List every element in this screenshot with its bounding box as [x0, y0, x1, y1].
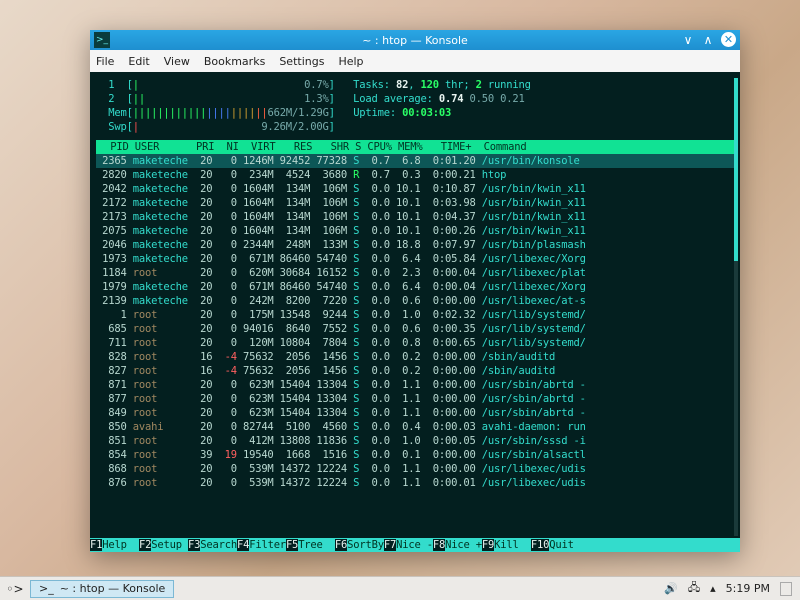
terminal-area[interactable]: 1 [| 0.7%] Tasks: 82, 120 thr; 2 running…: [90, 72, 740, 552]
process-row[interactable]: 2042 maketeche 20 0 1604M 134M 106M S 0.…: [96, 182, 736, 196]
tray-arrow-icon[interactable]: ▴: [710, 582, 716, 595]
maximize-button[interactable]: ∧: [701, 33, 715, 47]
process-row[interactable]: 2139 maketeche 20 0 242M 8200 7220 S 0.0…: [96, 294, 736, 308]
process-row[interactable]: 2820 maketeche 20 0 234M 4524 3680 R 0.7…: [96, 168, 736, 182]
taskbar-app-konsole[interactable]: >_ ~ : htop — Konsole: [30, 580, 174, 598]
process-row[interactable]: 2172 maketeche 20 0 1604M 134M 106M S 0.…: [96, 196, 736, 210]
fkey-bar[interactable]: F1Help F2Setup F3SearchF4FilterF5Tree F6…: [90, 538, 740, 552]
process-row[interactable]: 868 root 20 0 539M 14372 12224 S 0.0 1.1…: [96, 462, 736, 476]
clock[interactable]: 5:19 PM: [726, 582, 770, 595]
process-row[interactable]: 850 avahi 20 0 82744 5100 4560 S 0.0 0.4…: [96, 420, 736, 434]
column-header[interactable]: PID USER PRI NI VIRT RES SHR S CPU% MEM%…: [96, 140, 736, 154]
terminal-icon: >_: [94, 32, 110, 48]
process-row[interactable]: 1184 root 20 0 620M 30684 16152 S 0.0 2.…: [96, 266, 736, 280]
menu-settings[interactable]: Settings: [279, 55, 324, 68]
terminal-icon: >_: [39, 582, 54, 595]
taskbar-app-label: ~ : htop — Konsole: [60, 582, 166, 595]
network-icon[interactable]: 🖧: [688, 579, 700, 598]
show-desktop-button[interactable]: [780, 582, 792, 596]
process-row[interactable]: 1979 maketeche 20 0 671M 86460 54740 S 0…: [96, 280, 736, 294]
scrollbar[interactable]: [734, 78, 738, 536]
process-row[interactable]: 876 root 20 0 539M 14372 12224 S 0.0 1.1…: [96, 476, 736, 490]
volume-icon[interactable]: 🔊: [664, 582, 678, 595]
process-row[interactable]: 2173 maketeche 20 0 1604M 134M 106M S 0.…: [96, 210, 736, 224]
process-row[interactable]: 1 root 20 0 175M 13548 9244 S 0.0 1.0 0:…: [96, 308, 736, 322]
menu-file[interactable]: File: [96, 55, 114, 68]
taskbar: ◦> >_ ~ : htop — Konsole 🔊 🖧 ▴ 5:19 PM: [0, 576, 800, 600]
process-row[interactable]: 685 root 20 0 94016 8640 7552 S 0.0 0.6 …: [96, 322, 736, 336]
process-row[interactable]: 849 root 20 0 623M 15404 13304 S 0.0 1.1…: [96, 406, 736, 420]
minimize-button[interactable]: ∨: [681, 33, 695, 47]
close-button[interactable]: ✕: [721, 32, 736, 47]
process-row[interactable]: 851 root 20 0 412M 13808 11836 S 0.0 1.0…: [96, 434, 736, 448]
titlebar[interactable]: >_ ~ : htop — Konsole ∨ ∧ ✕: [90, 30, 740, 50]
process-row[interactable]: 828 root 16 -4 75632 2056 1456 S 0.0 0.2…: [96, 350, 736, 364]
menu-edit[interactable]: Edit: [128, 55, 149, 68]
process-row[interactable]: 877 root 20 0 623M 15404 13304 S 0.0 1.1…: [96, 392, 736, 406]
process-row[interactable]: 711 root 20 0 120M 10804 7804 S 0.0 0.8 …: [96, 336, 736, 350]
process-row[interactable]: 2075 maketeche 20 0 1604M 134M 106M S 0.…: [96, 224, 736, 238]
process-row[interactable]: 871 root 20 0 623M 15404 13304 S 0.0 1.1…: [96, 378, 736, 392]
start-button[interactable]: ◦>: [4, 579, 26, 599]
process-row[interactable]: 2046 maketeche 20 0 2344M 248M 133M S 0.…: [96, 238, 736, 252]
process-row[interactable]: 2365 maketeche 20 0 1246M 92452 77328 S …: [96, 154, 736, 168]
process-list[interactable]: 2365 maketeche 20 0 1246M 92452 77328 S …: [96, 154, 736, 490]
process-row[interactable]: 854 root 39 19 19540 1668 1516 S 0.0 0.1…: [96, 448, 736, 462]
menubar: File Edit View Bookmarks Settings Help: [90, 50, 740, 72]
process-row[interactable]: 827 root 16 -4 75632 2056 1456 S 0.0 0.2…: [96, 364, 736, 378]
htop-meters: 1 [| 0.7%] Tasks: 82, 120 thr; 2 running…: [96, 78, 736, 134]
window-title: ~ : htop — Konsole: [90, 34, 740, 47]
menu-bookmarks[interactable]: Bookmarks: [204, 55, 265, 68]
scrollbar-thumb[interactable]: [734, 78, 738, 261]
konsole-window: >_ ~ : htop — Konsole ∨ ∧ ✕ File Edit Vi…: [90, 30, 740, 552]
menu-view[interactable]: View: [164, 55, 190, 68]
menu-help[interactable]: Help: [338, 55, 363, 68]
process-row[interactable]: 1973 maketeche 20 0 671M 86460 54740 S 0…: [96, 252, 736, 266]
